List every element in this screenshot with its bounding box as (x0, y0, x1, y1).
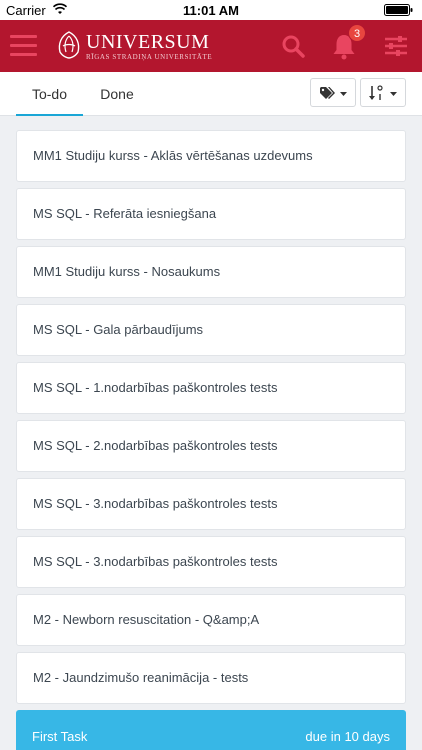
clock: 11:01 AM (183, 3, 239, 18)
search-icon[interactable] (281, 34, 305, 58)
logo-subtitle: RĪGAS STRADIŅA UNIVERSITĀTE (86, 53, 213, 61)
app-header: UNIVERSUM RĪGAS STRADIŅA UNIVERSITĀTE 3 (0, 20, 422, 72)
app-logo: UNIVERSUM RĪGAS STRADIŅA UNIVERSITĀTE (55, 28, 212, 64)
task-item[interactable]: MS SQL - 2.nodarbības paškontroles tests (16, 420, 406, 472)
crest-icon (58, 31, 80, 59)
sort-button[interactable] (360, 78, 406, 107)
task-item[interactable]: M2 - Newborn resuscitation - Q&amp;A (16, 594, 406, 646)
tab-done[interactable]: Done (87, 72, 147, 116)
highlighted-task-title: First Task (32, 729, 88, 744)
task-item[interactable]: MS SQL - Gala pārbaudījums (16, 304, 406, 356)
battery-icon (384, 4, 413, 16)
task-item[interactable]: MS SQL - 1.nodarbības paškontroles tests (16, 362, 406, 414)
task-list: MM1 Studiju kurss - Aklās vērtēšanas uzd… (16, 130, 406, 710)
tags-icon (320, 87, 347, 99)
task-item[interactable]: MS SQL - 3.nodarbības paškontroles tests (16, 478, 406, 530)
settings-sliders-icon[interactable] (384, 34, 408, 58)
tab-todo[interactable]: To-do (16, 72, 83, 116)
notification-badge: 3 (348, 24, 366, 42)
status-bar: Carrier 11:01 AM (0, 0, 422, 20)
hamburger-icon (10, 35, 37, 38)
logo-name: UNIVERSUM (86, 31, 210, 53)
tab-bar: To-do Done (0, 72, 422, 116)
menu-button[interactable] (10, 35, 37, 57)
task-item[interactable]: MS SQL - Referāta iesniegšana (16, 188, 406, 240)
sort-numeric-icon (369, 85, 397, 100)
highlighted-task[interactable]: First Task due in 10 days (16, 710, 406, 750)
task-item[interactable]: MM1 Studiju kurss - Nosaukums (16, 246, 406, 298)
task-item[interactable]: M2 - Jaundzimušo reanimācija - tests (16, 652, 406, 704)
tag-filter-button[interactable] (310, 78, 356, 107)
task-item[interactable]: MM1 Studiju kurss - Aklās vērtēšanas uzd… (16, 130, 406, 182)
task-item[interactable]: MS SQL - 3.nodarbības paškontroles tests (16, 536, 406, 588)
highlighted-task-due: due in 10 days (305, 729, 390, 744)
